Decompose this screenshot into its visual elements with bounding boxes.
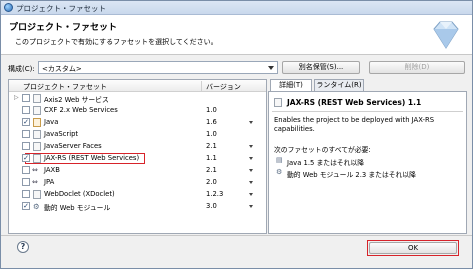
document-icon (33, 142, 41, 151)
table-header: プロジェクト・ファセット バージョン (9, 80, 266, 92)
facet-version: 2.0 (206, 178, 217, 186)
document-icon: ▤ (276, 156, 283, 164)
pair-arrows-icon: ⇔ (32, 178, 38, 186)
app-icon (4, 3, 13, 12)
configuration-combo[interactable]: <カスタム> (38, 61, 278, 74)
document-icon (33, 106, 41, 115)
facet-checkbox[interactable] (22, 178, 30, 186)
version-dropdown-icon[interactable] (249, 169, 253, 172)
configuration-label: 構成(C): (8, 65, 35, 73)
facet-version: 1.1 (206, 154, 217, 162)
facet-version: 2.1 (206, 142, 217, 150)
page-title: プロジェクト・ファセット (9, 23, 118, 33)
table-row-selected[interactable]: ✓ JAX-RS (REST Web Services) 1.1 (9, 153, 266, 164)
java-icon (33, 118, 41, 127)
page-description: このプロジェクトで有効にするファセットを選択してください。 (15, 38, 218, 46)
facet-version: 3.0 (206, 202, 217, 210)
facet-checkbox[interactable]: ✓ (22, 118, 30, 126)
dialog-window: プロジェクト・ファセット プロジェクト・ファセット このプロジェクトで有効にする… (0, 0, 473, 269)
facet-version: 1.0 (206, 106, 217, 114)
table-row[interactable]: JavaScript 1.0 (9, 129, 266, 140)
title-bar: プロジェクト・ファセット (1, 1, 472, 15)
version-dropdown-icon[interactable] (249, 193, 253, 196)
pair-arrows-icon: ⇔ (32, 166, 38, 174)
details-panel: 詳細(T) ランタイム(R) JAX-RS (REST Web Services… (268, 79, 467, 234)
highlight-box: OK (367, 240, 459, 256)
table-row[interactable]: CXF 2.x Web Services 1.0 (9, 105, 266, 116)
divider (272, 111, 463, 112)
facet-version: 1.0 (206, 130, 217, 138)
facet-checkbox[interactable] (22, 190, 30, 198)
gear-icon: ⚙ (33, 202, 40, 211)
table-row[interactable]: ▷ Axis2 Web サービス (9, 93, 266, 104)
facet-name: CXF 2.x Web Services (44, 106, 118, 114)
dialog-header: プロジェクト・ファセット このプロジェクトで有効にするファセットを選択してくださ… (1, 15, 472, 55)
requirement-item: Java 1.5 またはそれ以降 (287, 159, 365, 167)
configuration-value: <カスタム> (42, 65, 82, 73)
facet-name: JavaScript (44, 130, 79, 138)
footer-divider (1, 235, 472, 236)
facet-checkbox[interactable] (22, 106, 30, 114)
facet-name: 動的 Web モジュール (44, 204, 111, 212)
table-row[interactable]: ✓ Java 1.6 (9, 117, 266, 128)
facet-checkbox[interactable]: ✓ (22, 202, 30, 210)
facet-version: 1.6 (206, 118, 217, 126)
facet-version: 1.2.3 (206, 190, 224, 198)
diamond-icon (433, 21, 459, 49)
facet-checkbox[interactable] (22, 130, 30, 138)
table-row[interactable]: WebDoclet (XDoclet) 1.2.3 (9, 189, 266, 200)
document-icon (33, 94, 41, 103)
facet-checkbox[interactable] (22, 166, 30, 174)
help-icon[interactable]: ? (17, 241, 29, 253)
version-dropdown-icon[interactable] (249, 145, 253, 148)
requirement-item: 動的 Web モジュール 2.3 またはそれ以降 (287, 171, 416, 179)
facet-name: WebDoclet (XDoclet) (44, 190, 115, 198)
facet-name: JAX-RS (REST Web Services) (44, 154, 140, 162)
details-body: JAX-RS (REST Web Services) 1.1 Enables t… (268, 91, 467, 234)
column-version[interactable]: バージョン (206, 82, 241, 92)
document-icon (274, 98, 282, 107)
facet-name: JavaServer Faces (44, 142, 102, 150)
facet-checkbox[interactable] (22, 94, 30, 102)
table-row[interactable]: ⇔ JAXB 2.1 (9, 165, 266, 176)
version-dropdown-icon[interactable] (249, 121, 253, 124)
facet-name: JAXB (44, 166, 60, 174)
document-icon (33, 154, 41, 163)
facet-name: JPA (44, 178, 55, 186)
column-facet[interactable]: プロジェクト・ファセット (23, 82, 107, 92)
facet-checkbox[interactable] (22, 142, 30, 150)
details-description: Enables the project to be deployed with … (274, 116, 435, 133)
requirements-label: 次のファセットのすべてが必要: (274, 146, 371, 154)
tab-runtime[interactable]: ランタイム(R) (314, 79, 364, 91)
facet-checkbox[interactable]: ✓ (22, 154, 30, 162)
table-row[interactable]: JavaServer Faces 2.1 (9, 141, 266, 152)
chevron-down-icon (268, 66, 274, 70)
facet-name: Axis2 Web サービス (44, 96, 109, 104)
expand-icon[interactable]: ▷ (14, 94, 19, 101)
version-dropdown-icon[interactable] (249, 205, 253, 208)
gear-icon: ⚙ (276, 168, 283, 176)
facet-table: プロジェクト・ファセット バージョン ▷ Axis2 Web サービス CXF … (8, 79, 267, 234)
delete-button[interactable]: 削除(D) (369, 61, 465, 74)
version-dropdown-icon[interactable] (249, 157, 253, 160)
details-title: JAX-RS (REST Web Services) 1.1 (287, 98, 422, 107)
column-divider[interactable] (201, 81, 202, 91)
table-row[interactable]: ✓ ⚙ 動的 Web モジュール 3.0 (9, 201, 266, 212)
version-dropdown-icon[interactable] (249, 181, 253, 184)
facet-name: Java (44, 118, 59, 126)
facet-version: 2.1 (206, 166, 217, 174)
ok-button[interactable]: OK (369, 242, 457, 254)
window-title: プロジェクト・ファセット (16, 4, 106, 13)
table-row[interactable]: ⇔ JPA 2.0 (9, 177, 266, 188)
document-icon (33, 190, 41, 199)
save-as-button[interactable]: 別名保管(S)... (282, 61, 360, 74)
document-icon (33, 130, 41, 139)
